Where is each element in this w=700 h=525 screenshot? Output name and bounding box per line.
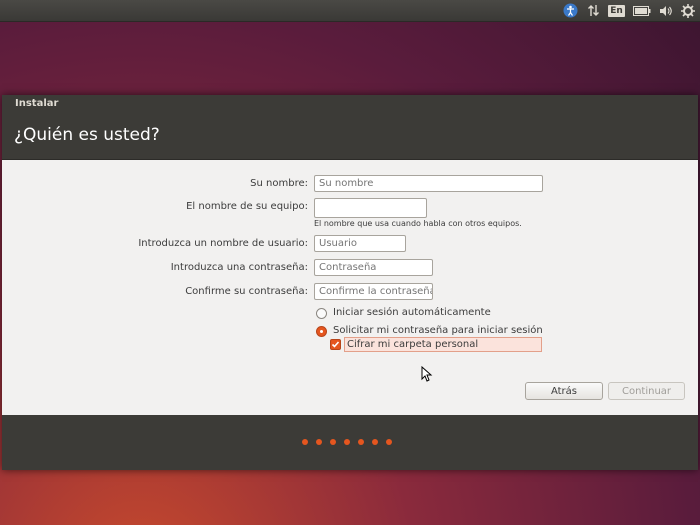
username-input[interactable] [314, 235, 406, 252]
window-title: Instalar [15, 98, 59, 109]
computer-name-hint: El nombre que usa cuando habla con otros… [314, 219, 522, 228]
password-label: Introduzca una contraseña: [170, 262, 308, 273]
progress-dot [344, 439, 350, 445]
page-title: ¿Quién es usted? [14, 125, 160, 145]
computer-name-input[interactable] [314, 198, 427, 218]
encrypt-home-label: Cifrar mi carpeta personal [347, 339, 479, 350]
form-area: Su nombre: El nombre de su equipo: El no… [2, 159, 698, 416]
window-titlebar[interactable]: Instalar [2, 95, 698, 115]
encrypt-home-row[interactable]: Cifrar mi carpeta personal [344, 337, 542, 352]
keyboard-layout-indicator[interactable]: En [608, 2, 625, 19]
auto-login-radio[interactable] [316, 308, 327, 319]
page-header: ¿Quién es usted? [2, 115, 698, 159]
name-label: Su nombre: [250, 178, 308, 189]
top-panel: En [0, 0, 700, 22]
progress-dot [386, 439, 392, 445]
computer-name-label: El nombre de su equipo: [186, 201, 308, 212]
installer-window: Instalar ¿Quién es usted? Su nombre: El … [2, 95, 698, 470]
back-button[interactable]: Atrás [525, 382, 603, 400]
progress-dot [358, 439, 364, 445]
progress-dot [302, 439, 308, 445]
continue-button[interactable]: Continuar [608, 382, 685, 400]
confirm-password-input[interactable] [314, 283, 433, 300]
username-label: Introduzca un nombre de usuario: [138, 238, 308, 249]
progress-footer [2, 415, 698, 470]
progress-dot [330, 439, 336, 445]
confirm-password-label: Confirme su contraseña: [185, 286, 308, 297]
keyboard-layout-label: En [608, 4, 625, 17]
require-password-radio[interactable] [316, 326, 327, 337]
battery-icon[interactable] [632, 2, 652, 19]
volume-icon[interactable] [658, 2, 673, 19]
progress-dots [302, 439, 392, 445]
accessibility-icon[interactable] [562, 2, 579, 19]
name-input[interactable] [314, 175, 543, 192]
mouse-cursor-icon [421, 366, 433, 382]
check-icon [331, 341, 340, 348]
network-icon[interactable] [586, 2, 601, 19]
progress-dot [372, 439, 378, 445]
auto-login-label[interactable]: Iniciar sesión automáticamente [333, 307, 491, 318]
gear-icon[interactable] [680, 2, 696, 19]
require-password-label[interactable]: Solicitar mi contraseña para iniciar ses… [333, 325, 543, 336]
password-input[interactable] [314, 259, 433, 276]
encrypt-home-checkbox[interactable] [330, 339, 341, 350]
progress-dot [316, 439, 322, 445]
